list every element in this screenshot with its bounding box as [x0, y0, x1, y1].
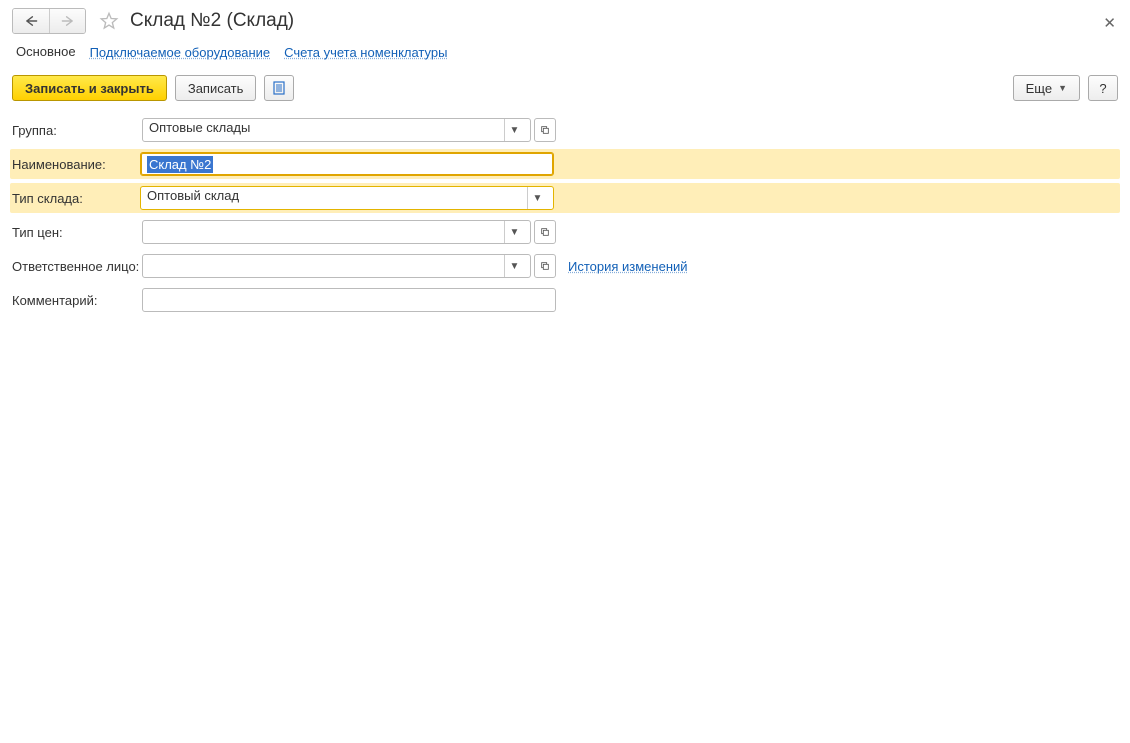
arrow-left-icon: [24, 15, 38, 27]
star-icon: [99, 11, 119, 31]
list-icon: [272, 81, 286, 95]
type-value: Оптовый склад: [147, 188, 527, 208]
list-button[interactable]: [264, 75, 294, 101]
open-icon: [540, 227, 550, 237]
tab-equipment[interactable]: Подключаемое оборудование: [90, 45, 271, 60]
open-icon: [540, 261, 550, 271]
price-type-value: [149, 222, 504, 242]
row-name: Наименование: Склад №2: [10, 149, 1120, 179]
row-group: Группа: Оптовые склады ▼: [12, 115, 1118, 145]
responsible-field[interactable]: ▼: [142, 254, 531, 278]
chevron-down-icon: ▼: [510, 125, 520, 136]
type-label: Тип склада:: [10, 191, 140, 206]
responsible-open-button[interactable]: [534, 254, 556, 278]
more-button[interactable]: Еще ▼: [1013, 75, 1080, 101]
responsible-value: [149, 256, 504, 276]
group-field[interactable]: Оптовые склады ▼: [142, 118, 531, 142]
row-comment: Комментарий:: [12, 285, 1118, 315]
responsible-label: Ответственное лицо:: [12, 259, 142, 274]
row-price-type: Тип цен: ▼: [12, 217, 1118, 247]
close-button[interactable]: ✕: [1103, 14, 1116, 32]
help-label: ?: [1099, 81, 1106, 96]
row-type: Тип склада: Оптовый склад ▼: [10, 183, 1120, 213]
price-type-open-button[interactable]: [534, 220, 556, 244]
arrow-right-icon: [61, 15, 75, 27]
history-link[interactable]: История изменений: [568, 259, 688, 274]
comment-label: Комментарий:: [12, 293, 142, 308]
tab-main[interactable]: Основное: [16, 44, 76, 61]
back-button[interactable]: [13, 9, 49, 33]
group-label: Группа:: [12, 123, 142, 138]
chevron-down-icon: ▼: [1058, 83, 1067, 93]
type-dropdown-button[interactable]: ▼: [527, 187, 547, 209]
save-and-close-button[interactable]: Записать и закрыть: [12, 75, 167, 101]
more-label: Еще: [1026, 81, 1052, 96]
open-icon: [540, 125, 550, 135]
chevron-down-icon: ▼: [510, 261, 520, 272]
price-type-dropdown-button[interactable]: ▼: [504, 221, 524, 243]
group-value: Оптовые склады: [149, 120, 504, 140]
price-type-field[interactable]: ▼: [142, 220, 531, 244]
page-title: Склад №2 (Склад): [130, 10, 294, 32]
favorite-button[interactable]: [98, 10, 120, 32]
name-label: Наименование:: [10, 157, 140, 172]
comment-value: [149, 290, 549, 310]
price-type-label: Тип цен:: [12, 225, 142, 240]
help-button[interactable]: ?: [1088, 75, 1118, 101]
form: Группа: Оптовые склады ▼ Наименование: С…: [0, 113, 1130, 321]
group-dropdown-button[interactable]: ▼: [504, 119, 524, 141]
tabs: Основное Подключаемое оборудование Счета…: [0, 38, 1130, 71]
chevron-down-icon: ▼: [510, 227, 520, 238]
toolbar: Записать и закрыть Записать Еще ▼ ?: [0, 71, 1130, 113]
row-responsible: Ответственное лицо: ▼ История изменений: [12, 251, 1118, 281]
chevron-down-icon: ▼: [533, 193, 543, 204]
name-field[interactable]: Склад №2: [140, 152, 554, 176]
nav-group: [12, 8, 86, 34]
type-field[interactable]: Оптовый склад ▼: [140, 186, 554, 210]
save-button[interactable]: Записать: [175, 75, 257, 101]
forward-button[interactable]: [49, 9, 85, 33]
responsible-dropdown-button[interactable]: ▼: [504, 255, 524, 277]
comment-field[interactable]: [142, 288, 556, 312]
group-open-button[interactable]: [534, 118, 556, 142]
name-value: Склад №2: [147, 156, 213, 173]
tab-accounts[interactable]: Счета учета номенклатуры: [284, 45, 447, 60]
